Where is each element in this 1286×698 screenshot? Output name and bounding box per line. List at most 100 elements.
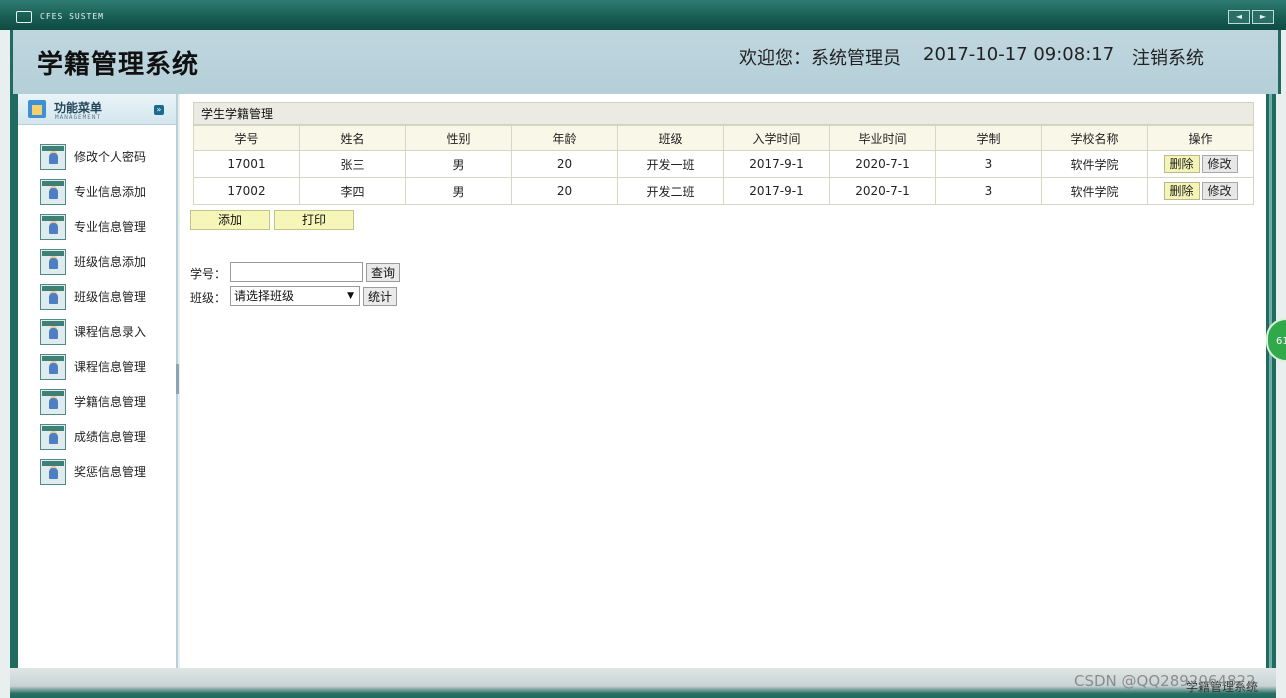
sidebar-item-major-manage[interactable]: 专业信息管理 [18, 209, 176, 244]
sidebar-header: 功能菜单 MANAGEMENT » [18, 94, 176, 125]
monitor-icon [16, 11, 32, 23]
search-button[interactable]: 查询 [366, 263, 401, 282]
sidebar: 功能菜单 MANAGEMENT » 修改个人密码 专业信息添加 专业信息管理 班… [18, 94, 178, 668]
sidebar-item-label: 专业信息添加 [74, 185, 147, 199]
frame-right-border [1266, 94, 1276, 668]
sidebar-item-course-entry[interactable]: 课程信息录入 [18, 314, 176, 349]
sidebar-item-label: 奖惩信息管理 [74, 465, 147, 479]
window-title-bar: CFES SUSTEM ◄ ► [0, 0, 1286, 30]
delete-button[interactable]: 删除 [1163, 155, 1200, 173]
user-card-icon [40, 178, 66, 205]
sidebar-item-label: 成绩信息管理 [74, 430, 147, 444]
system-label: CFES SUSTEM [40, 12, 104, 21]
cell-gender: 男 [405, 177, 512, 205]
cell-name: 张三 [299, 150, 406, 178]
cell-name: 李四 [299, 177, 406, 205]
column-header: 毕业时间 [829, 125, 936, 151]
sidebar-item-label: 课程信息录入 [74, 325, 147, 339]
student-id-input[interactable] [230, 262, 363, 282]
nav-prev-button[interactable]: ◄ [1228, 10, 1250, 24]
column-header: 班级 [617, 125, 724, 151]
menu-home-icon [28, 100, 46, 118]
edit-button[interactable]: 修改 [1201, 182, 1238, 200]
column-header: 姓名 [299, 125, 406, 151]
column-header: 学校名称 [1041, 125, 1148, 151]
table-header-row: 学号 姓名 性别 年龄 班级 入学时间 毕业时间 学制 学校名称 操作 [193, 125, 1254, 151]
collapse-toggle-icon[interactable]: » [154, 105, 164, 115]
column-header: 操作 [1147, 125, 1254, 151]
class-label: 班级： [190, 291, 227, 305]
sidebar-item-grade-manage[interactable]: 成绩信息管理 [18, 419, 176, 454]
student-table: 学号 姓名 性别 年龄 班级 入学时间 毕业时间 学制 学校名称 操作 1700… [193, 125, 1254, 205]
main-content: 学生学籍管理 学号 姓名 性别 年龄 班级 入学时间 毕业时间 学制 学校名称 … [180, 94, 1266, 668]
frame-left-border [10, 94, 18, 668]
print-button[interactable]: 打印 [274, 210, 354, 230]
cell-student-id: 17002 [193, 177, 300, 205]
cell-actions: 删除 修改 [1147, 177, 1254, 205]
window-nav: ◄ ► [1228, 10, 1274, 24]
user-card-icon [40, 143, 66, 170]
table-row: 17001 张三 男 20 开发一班 2017-9-1 2020-7-1 3 软… [193, 150, 1254, 178]
sidebar-item-change-password[interactable]: 修改个人密码 [18, 139, 176, 174]
stats-button[interactable]: 统计 [363, 287, 398, 306]
sidebar-item-major-add[interactable]: 专业信息添加 [18, 174, 176, 209]
sidebar-item-label: 修改个人密码 [74, 150, 147, 164]
sidebar-item-class-manage[interactable]: 班级信息管理 [18, 279, 176, 314]
user-card-icon [40, 388, 66, 415]
table-row: 17002 李四 男 20 开发二班 2017-9-1 2020-7-1 3 软… [193, 177, 1254, 205]
user-card-icon [40, 283, 66, 310]
cell-actions: 删除 修改 [1147, 150, 1254, 178]
class-select-value: 请选择班级 [234, 289, 295, 303]
cell-age: 20 [511, 150, 618, 178]
app-title: 学籍管理系统 [37, 50, 200, 80]
logout-link[interactable]: 注销系统 [1132, 44, 1204, 70]
sidebar-item-enrollment-manage[interactable]: 学籍信息管理 [18, 384, 176, 419]
user-card-icon [40, 353, 66, 380]
watermark-text: CSDN @QQ2892064822 [1074, 672, 1256, 690]
welcome-text: 欢迎您：系统管理员 [739, 48, 901, 69]
cell-years: 3 [935, 150, 1042, 178]
column-header: 学制 [935, 125, 1042, 151]
sidebar-item-label: 专业信息管理 [74, 220, 147, 234]
cell-class: 开发二班 [617, 177, 724, 205]
column-header: 学号 [193, 125, 300, 151]
cell-gender: 男 [405, 150, 512, 178]
cell-school: 软件学院 [1041, 150, 1148, 178]
sidebar-item-label: 课程信息管理 [74, 360, 147, 374]
cell-age: 20 [511, 177, 618, 205]
sidebar-item-label: 学籍信息管理 [74, 395, 147, 409]
cell-class: 开发一班 [617, 150, 724, 178]
cell-enroll-date: 2017-9-1 [723, 177, 830, 205]
cell-years: 3 [935, 177, 1042, 205]
nav-next-button[interactable]: ► [1252, 10, 1274, 24]
sidebar-item-reward-manage[interactable]: 奖惩信息管理 [18, 454, 176, 489]
panel-title: 学生学籍管理 [193, 102, 1254, 125]
cell-graduate-date: 2020-7-1 [829, 150, 936, 178]
edit-button[interactable]: 修改 [1201, 155, 1238, 173]
sidebar-splitter-handle[interactable] [176, 364, 179, 394]
cell-graduate-date: 2020-7-1 [829, 177, 936, 205]
sidebar-item-class-add[interactable]: 班级信息添加 [18, 244, 176, 279]
column-header: 入学时间 [723, 125, 830, 151]
sidebar-menu: 修改个人密码 专业信息添加 专业信息管理 班级信息添加 班级信息管理 课程信息录… [18, 139, 176, 489]
user-card-icon [40, 423, 66, 450]
sidebar-subtitle: MANAGEMENT [55, 114, 102, 121]
column-header: 年龄 [511, 125, 618, 151]
delete-button[interactable]: 删除 [1163, 182, 1200, 200]
cell-school: 软件学院 [1041, 177, 1148, 205]
column-header: 性别 [405, 125, 512, 151]
user-card-icon [40, 318, 66, 345]
student-id-label: 学号： [190, 267, 227, 281]
current-datetime: 2017-10-17 09:08:17 [923, 44, 1115, 65]
user-card-icon [40, 213, 66, 240]
sidebar-item-label: 班级信息管理 [74, 290, 147, 304]
user-card-icon [40, 458, 66, 485]
page-header: 学籍管理系统 欢迎您：系统管理员 2017-10-17 09:08:17 注销系… [10, 30, 1281, 94]
sidebar-item-label: 班级信息添加 [74, 255, 147, 269]
cell-student-id: 17001 [193, 150, 300, 178]
cell-enroll-date: 2017-9-1 [723, 150, 830, 178]
sidebar-item-course-manage[interactable]: 课程信息管理 [18, 349, 176, 384]
add-button[interactable]: 添加 [190, 210, 270, 230]
user-card-icon [40, 248, 66, 275]
class-select[interactable]: 请选择班级 ▼ [230, 286, 360, 306]
